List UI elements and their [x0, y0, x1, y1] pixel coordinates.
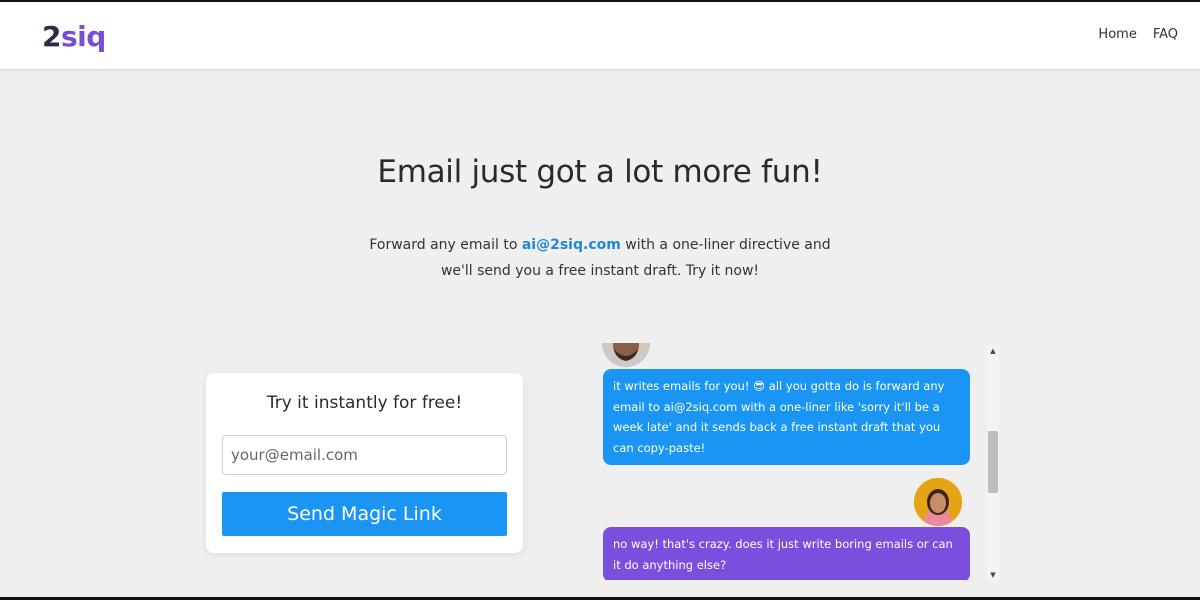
- email-link[interactable]: ai@2siq.com: [522, 237, 621, 253]
- site-header: 2siq Home FAQ: [0, 2, 1200, 69]
- logo[interactable]: 2siq: [42, 19, 106, 55]
- avatar: [914, 478, 962, 526]
- signup-card: Try it instantly for free! Send Magic Li…: [206, 373, 523, 553]
- main-nav: Home FAQ: [1098, 27, 1178, 42]
- man-avatar-icon: [602, 343, 650, 367]
- woman-avatar-icon: [914, 478, 962, 526]
- scroll-down-icon[interactable]: ▼: [987, 569, 999, 581]
- chat-bubble-sent: it writes emails for you! 😎 all you gott…: [603, 369, 970, 465]
- logo-number: 2: [42, 20, 61, 53]
- hero-subtitle: Forward any email to ai@2siq.com with a …: [360, 232, 840, 284]
- logo-text: siq: [60, 20, 106, 53]
- nav-home-link[interactable]: Home: [1098, 27, 1136, 42]
- nav-faq-link[interactable]: FAQ: [1153, 27, 1178, 42]
- chat-scrollbar[interactable]: ▲ ▼: [987, 345, 999, 581]
- hero-subtitle-part1: Forward any email to: [369, 237, 522, 253]
- chat-demo: it writes emails for you! 😎 all you gott…: [595, 343, 1000, 580]
- send-magic-link-button[interactable]: Send Magic Link: [222, 492, 507, 536]
- signup-card-title: Try it instantly for free!: [266, 393, 463, 413]
- chat-bubble-received: no way! that's crazy. does it just write…: [603, 527, 970, 580]
- scroll-thumb[interactable]: [988, 431, 998, 493]
- scroll-up-icon[interactable]: ▲: [987, 345, 999, 357]
- email-input[interactable]: [222, 435, 507, 475]
- avatar: [602, 343, 650, 367]
- hero-title: Email just got a lot more fun!: [377, 154, 823, 190]
